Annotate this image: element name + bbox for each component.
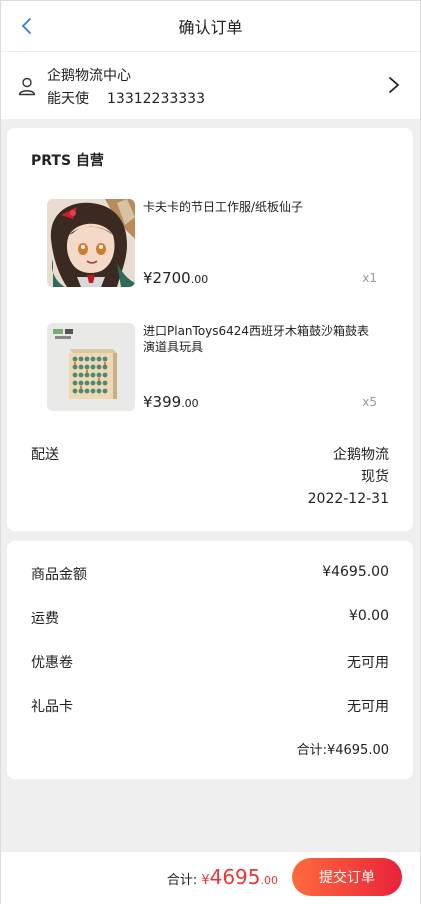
chevron-left-icon [21, 18, 31, 34]
footer-currency: ¥ [201, 873, 210, 888]
summary-label: 商品金额 [31, 567, 87, 583]
product-quantity: x5 [362, 395, 377, 409]
order-items-card: PRTS 自营 卡夫卡的节日工作服/纸板仙子 ¥2700.00 x1 进口Pla… [7, 128, 413, 531]
shipping-label: 配送 [31, 447, 59, 463]
top-bar: 确认订单 [1, 1, 420, 52]
price-decimal: .00 [190, 273, 209, 286]
shipping-stock: 现货 [361, 469, 389, 485]
summary-row-shipping: 运费 ¥0.00 [31, 608, 389, 628]
summary-label: 优惠卷 [31, 655, 73, 671]
order-confirm-page: 确认订单 企鹅物流中心 能天使 13312233333 PRTS 自营 卡夫卡的… [0, 0, 421, 904]
product-name: 进口PlanToys6424西班牙木箱鼓沙箱鼓表演道具玩具 [143, 324, 370, 354]
page-title: 确认订单 [178, 18, 243, 37]
price-decimal: .00 [181, 397, 199, 410]
summary-total: 合计:¥4695.00 [296, 743, 389, 758]
summary-value: 无可用 [347, 699, 389, 715]
store-name: PRTS 自营 [31, 153, 104, 169]
submit-order-button[interactable]: 提交订单 [292, 858, 402, 896]
footer-total: 合计: ¥4695.00 [167, 865, 278, 889]
product-price: ¥2700.00 [143, 269, 208, 287]
user-icon [18, 77, 36, 96]
recipient-line: 能天使 13312233333 [47, 88, 205, 111]
summary-label: 礼品卡 [31, 699, 73, 715]
product-price: ¥399.00 [143, 393, 199, 411]
recipient-name: 能天使 [47, 91, 89, 107]
checkout-bar: 合计: ¥4695.00 提交订单 [1, 851, 420, 904]
product-image [47, 323, 135, 411]
price-integer: ¥2700 [143, 269, 191, 287]
product-item[interactable]: 进口PlanToys6424西班牙木箱鼓沙箱鼓表演道具玩具 ¥399.00 x5 [47, 323, 387, 413]
summary-value: ¥4695.00 [322, 564, 389, 580]
price-summary-card: 商品金额 ¥4695.00 运费 ¥0.00 优惠卷 无可用 礼品卡 无可用 合… [7, 541, 413, 779]
product-item[interactable]: 卡夫卡的节日工作服/纸板仙子 ¥2700.00 x1 [47, 199, 387, 289]
back-button[interactable] [15, 14, 39, 38]
address-details: 企鹅物流中心 能天使 13312233333 [47, 65, 205, 111]
recipient-phone: 13312233333 [107, 91, 205, 107]
shipping-info[interactable]: 企鹅物流 现货 2022-12-31 [308, 444, 389, 510]
product-name: 卡夫卡的节日工作服/纸板仙子 [143, 200, 304, 214]
summary-row-coupon[interactable]: 优惠卷 无可用 [31, 652, 389, 672]
price-integer: ¥399 [143, 393, 182, 411]
footer-total-decimal: .00 [260, 874, 279, 887]
address-selector[interactable]: 企鹅物流中心 能天使 13312233333 [1, 52, 420, 119]
shipping-carrier: 企鹅物流 [333, 447, 389, 463]
summary-row-giftcard[interactable]: 礼品卡 无可用 [31, 696, 389, 716]
address-name: 企鹅物流中心 [47, 68, 131, 84]
summary-label: 运费 [31, 611, 59, 627]
footer-total-label: 合计: [166, 873, 198, 888]
summary-value: ¥0.00 [348, 608, 389, 624]
product-quantity: x1 [362, 271, 377, 285]
shipping-date: 2022-12-31 [307, 491, 389, 507]
summary-row-goods: 商品金额 ¥4695.00 [31, 564, 389, 584]
product-image [47, 199, 135, 287]
chevron-right-icon [389, 77, 400, 93]
summary-value: 无可用 [347, 655, 389, 671]
footer-total-integer: 4695 [209, 865, 261, 889]
